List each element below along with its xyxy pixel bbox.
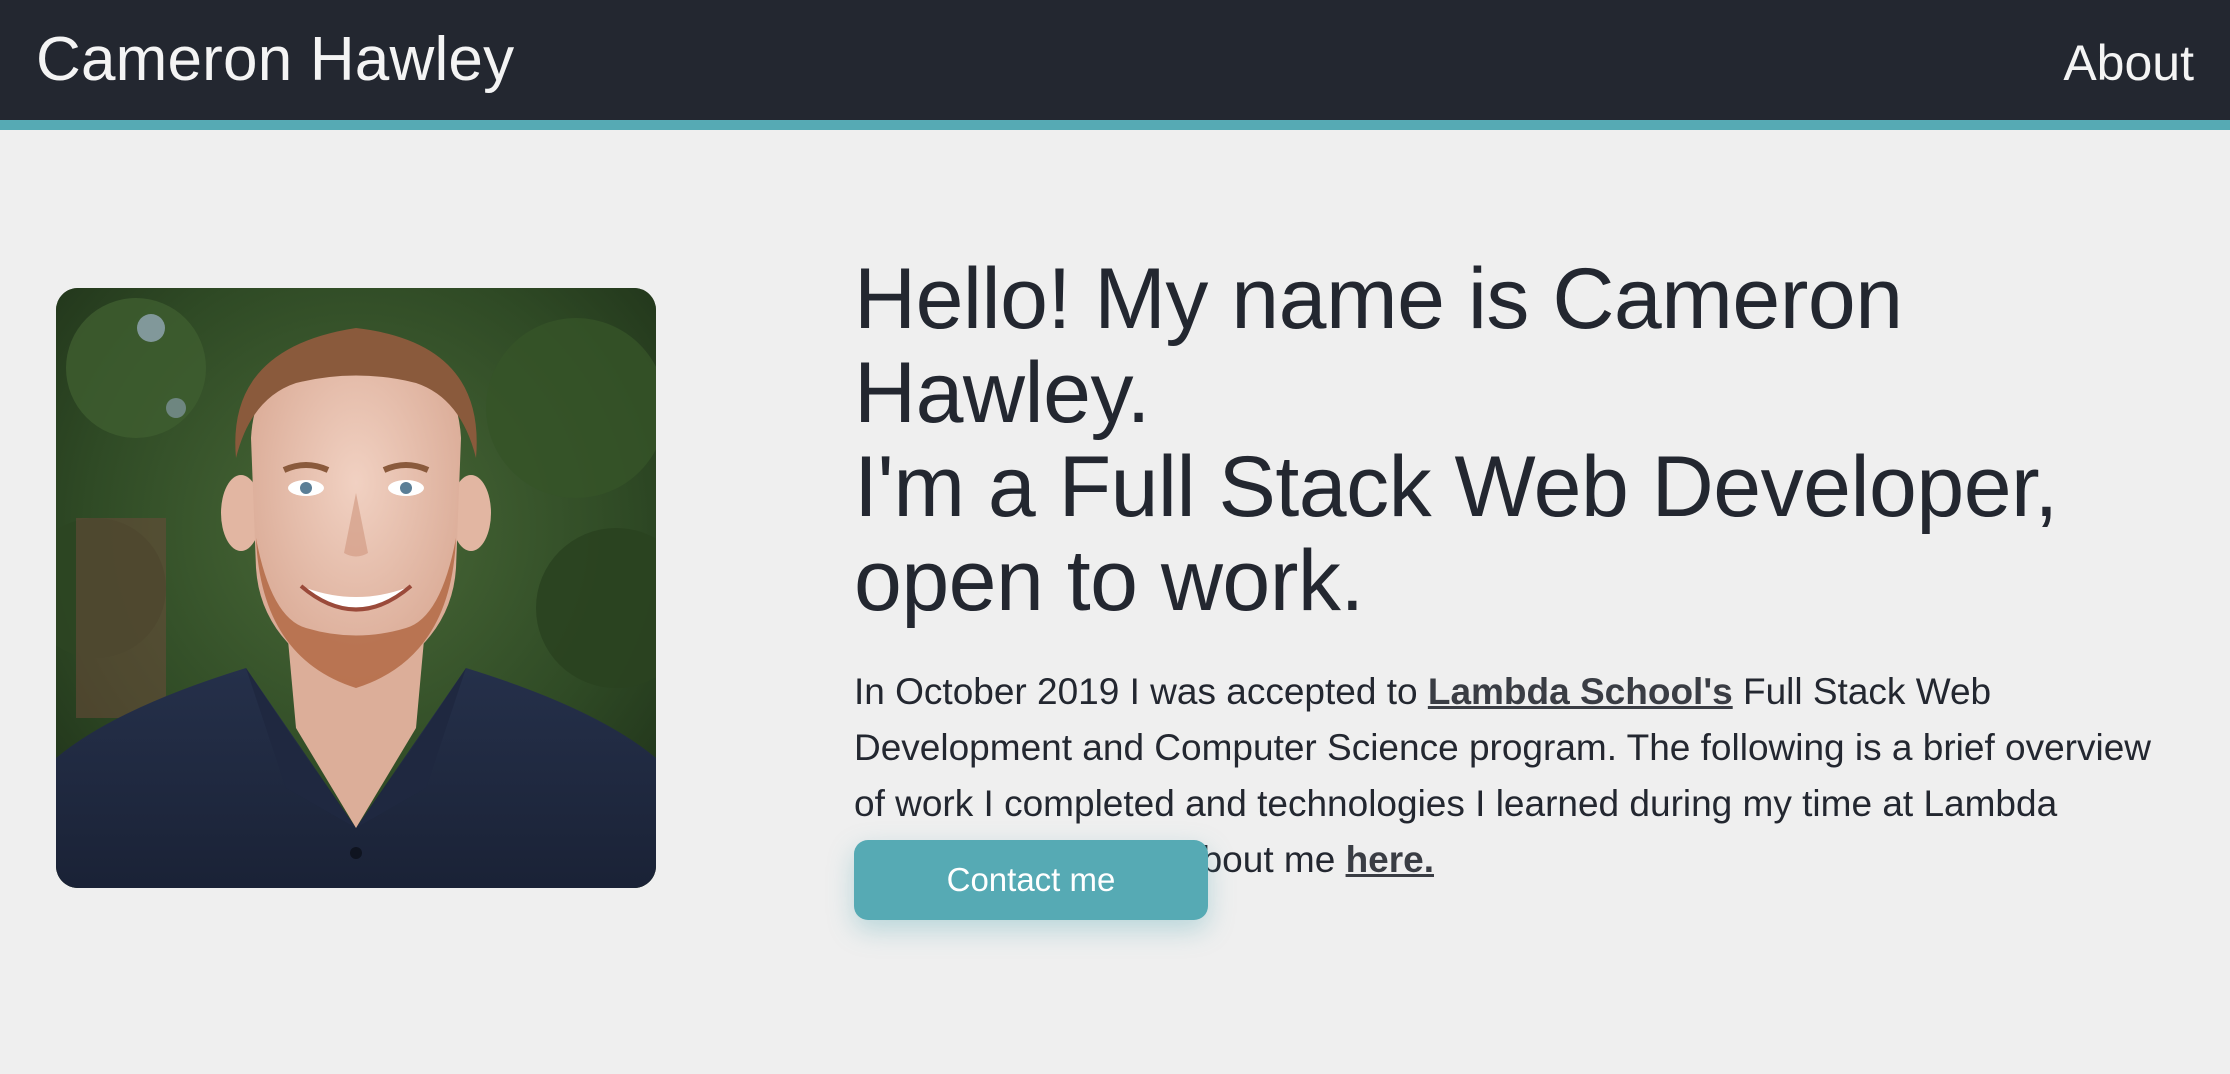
headline-line-3: open to work. <box>854 533 1364 629</box>
profile-photo <box>56 288 656 888</box>
headline-line-1: Hello! My name is Cameron Hawley. <box>854 251 1903 441</box>
intro-section: Hello! My name is Cameron Hawley. I'm a … <box>854 252 2184 888</box>
contact-me-button[interactable]: Contact me <box>854 840 1208 920</box>
intro-text-start: In October 2019 I was accepted to <box>854 671 1428 712</box>
headline-line-2: I'm a Full Stack Web Developer, <box>854 439 2058 535</box>
hero-headline: Hello! My name is Cameron Hawley. I'm a … <box>854 252 2184 628</box>
nav-about-link[interactable]: About <box>2063 32 2194 94</box>
portrait-image <box>56 288 656 888</box>
brand-link[interactable]: Cameron Hawley <box>36 22 514 98</box>
about-here-link[interactable]: here. <box>1346 839 1434 880</box>
lambda-school-link[interactable]: Lambda School's <box>1428 671 1733 712</box>
top-navbar: Cameron Hawley About <box>0 0 2230 130</box>
